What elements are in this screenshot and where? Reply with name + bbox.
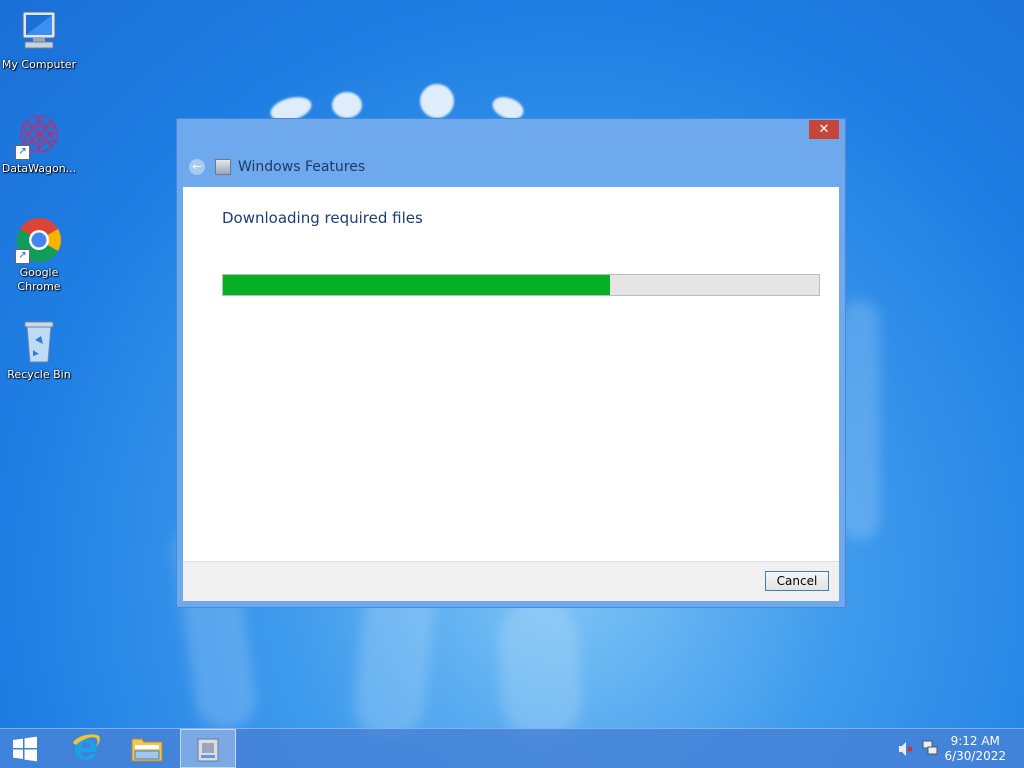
wallpaper-streak <box>495 597 585 743</box>
taskbar-internet-explorer[interactable] <box>58 729 114 768</box>
recycle-bin-icon <box>15 318 63 366</box>
speaker-muted-icon[interactable] <box>898 741 914 757</box>
network-icon[interactable] <box>922 740 938 756</box>
windows-features-icon <box>215 159 231 175</box>
taskbar: 9:12 AM 6/30/2022 <box>0 728 1024 768</box>
dialog-content: Downloading required files <box>183 187 839 561</box>
computer-icon <box>15 8 63 56</box>
shortcut-arrow-icon: ↗ <box>15 249 30 264</box>
dialog-title: Windows Features <box>238 159 366 175</box>
progress-fill <box>223 275 611 295</box>
wallpaper-streak <box>840 300 880 540</box>
folder-icon <box>131 738 163 761</box>
clock-date: 6/30/2022 <box>944 749 1006 763</box>
desktop-icon-google-chrome[interactable]: ↗ Google Chrome <box>0 216 78 294</box>
taskbar-windows-features[interactable] <box>180 729 236 768</box>
datawagon-icon: ↗ <box>15 112 63 160</box>
cancel-button[interactable]: Cancel <box>765 571 829 591</box>
desktop-icon-recycle-bin[interactable]: Recycle Bin <box>0 318 78 382</box>
shortcut-arrow-icon: ↗ <box>15 145 30 160</box>
status-heading: Downloading required files <box>222 209 423 227</box>
desktop-icon-datawagon[interactable]: ↗ DataWagon... <box>0 112 78 176</box>
internet-explorer-icon <box>73 733 100 760</box>
progress-bar <box>222 274 820 296</box>
windows-features-icon <box>197 738 219 761</box>
system-tray: 9:12 AM 6/30/2022 <box>884 729 1024 768</box>
desktop-icon-my-computer[interactable]: My Computer <box>0 8 78 72</box>
dialog-titlebar: ← Windows Features <box>185 155 585 179</box>
desktop-icon-label: Google Chrome <box>17 266 61 293</box>
clock[interactable]: 9:12 AM 6/30/2022 <box>944 734 1006 764</box>
wallpaper-blob <box>332 92 362 118</box>
taskbar-file-explorer[interactable] <box>119 729 175 768</box>
chrome-icon: ↗ <box>15 216 63 264</box>
back-arrow-icon[interactable]: ← <box>189 159 205 175</box>
clock-time: 9:12 AM <box>950 734 1000 748</box>
wallpaper-blob <box>420 84 454 118</box>
dialog-footer: Cancel <box>183 561 839 601</box>
windows-features-dialog: ✕ ← Windows Features Downloading require… <box>176 118 846 608</box>
desktop: My Computer ↗ DataWagon... ↗ Google Chro… <box>0 0 1024 768</box>
desktop-icon-label: DataWagon... <box>1 162 77 175</box>
close-button[interactable]: ✕ <box>809 120 839 139</box>
desktop-icon-label: My Computer <box>1 58 77 71</box>
desktop-icon-label: Recycle Bin <box>7 368 71 381</box>
windows-logo-icon <box>13 736 37 761</box>
start-button[interactable] <box>0 729 50 768</box>
